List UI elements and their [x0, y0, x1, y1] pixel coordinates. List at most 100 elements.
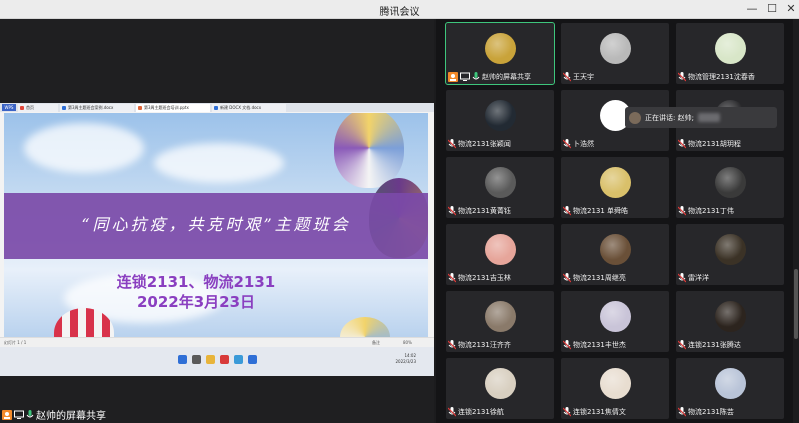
microphone-muted-icon	[563, 406, 571, 416]
screen-share-icon	[460, 72, 470, 81]
participant-label: 物流管理2131沈春香	[678, 71, 755, 82]
grid-scrollbar[interactable]	[793, 19, 799, 423]
participant-tile[interactable]: 物流2131丁伟	[676, 157, 784, 218]
participant-name: 物流2131吉玉林	[458, 273, 511, 282]
participant-label: 王天宇	[563, 71, 594, 82]
participant-name: 连锁2131徐航	[458, 407, 504, 416]
participant-tile[interactable]: 物流2131张颖闻	[446, 90, 554, 151]
participant-tile[interactable]: 连锁2131焦倩文	[561, 358, 669, 419]
participant-tile[interactable]: 物流2131 单舜皓	[561, 157, 669, 218]
folder-icon[interactable]	[206, 355, 215, 364]
slide-date: 2022年3月23日	[136, 293, 256, 311]
notes-toggle[interactable]: 备注	[372, 340, 380, 346]
tab-ppt-training[interactable]: 第3周主题班会培训.pptx	[136, 104, 210, 112]
speaking-indicator: 正在讲话: 赵帅;	[625, 107, 777, 128]
participant-name: 物流管理2131沈春香	[688, 72, 755, 81]
participant-name: 物流2131胡玥程	[688, 139, 741, 148]
participant-tile[interactable]: 连锁2131张腾达	[676, 291, 784, 352]
tab-doc-cases[interactable]: 第3周主题班会案例.docx	[60, 104, 134, 112]
participant-grid: 赵帅的屏幕共享 王天宇 物流管理2131沈春香物流2131张颖闻 卜浩然 物流2131胡…	[436, 19, 799, 423]
participant-label: 物流2131丰世杰	[563, 339, 626, 350]
user-icon	[448, 71, 458, 82]
taskbar-clock: 14:02 2022/3/23	[395, 353, 416, 365]
title-bar: 腾讯会议 — ☐ ✕	[0, 0, 799, 19]
participant-label: 连锁2131焦倩文	[563, 406, 626, 417]
wps-status-bar: 幻灯片 1 / 1 备注 80%	[0, 337, 434, 347]
screen-share-icon	[14, 410, 24, 419]
scrollbar-thumb[interactable]	[794, 269, 798, 339]
minimize-button[interactable]: —	[742, 1, 762, 17]
participant-name: 雷洋洋	[688, 273, 709, 282]
participant-label: 物流2131周继亮	[563, 272, 626, 283]
participant-label: 连锁2131徐航	[448, 406, 504, 417]
participant-avatar	[600, 167, 631, 198]
speaking-text: 正在讲话: 赵帅;	[645, 113, 694, 122]
tab-new-doc[interactable]: 新建 DOCX 文档.docx	[212, 104, 286, 112]
microphone-muted-icon	[563, 71, 571, 81]
participant-label: 物流2131丁伟	[678, 205, 734, 216]
maximize-button[interactable]: ☐	[762, 1, 782, 17]
participant-avatar	[485, 100, 516, 131]
microphone-muted-icon	[678, 272, 686, 282]
participant-name: 物流2131丁伟	[688, 206, 734, 215]
search-icon[interactable]	[192, 355, 201, 364]
tab-label: 第3周主题班会培训.pptx	[144, 105, 189, 110]
participant-tile[interactable]: 物流2131陈芸	[676, 358, 784, 419]
screen-share-owner: 赵帅的屏幕共享	[36, 411, 106, 422]
microphone-muted-icon	[563, 205, 571, 215]
hot-air-balloon	[340, 317, 390, 337]
presentation-slide: “同心抗疫，共克时艰”主题班会 连锁2131、物流2131 2022年3月23日	[4, 113, 428, 337]
microphone-icon	[472, 71, 480, 79]
participant-name: 连锁2131焦倩文	[573, 407, 626, 416]
participant-avatar	[715, 301, 746, 332]
participant-name: 物流2131陈芸	[688, 407, 734, 416]
participant-label: 雷洋洋	[678, 272, 709, 283]
microphone-muted-icon	[563, 272, 571, 282]
microphone-muted-icon	[678, 406, 686, 416]
participant-avatar	[485, 301, 516, 332]
participant-tile[interactable]: 雷洋洋	[676, 224, 784, 285]
zoom-level[interactable]: 80%	[403, 340, 412, 345]
participant-name: 连锁2131张腾达	[688, 340, 741, 349]
tencent-meeting-window: 腾讯会议 — ☐ ✕ WPS 首页 第3周主题班会案例.docx 第3周主题班会…	[0, 0, 799, 423]
participant-label: 物流2131黄菁钰	[448, 205, 511, 216]
participant-tile[interactable]: 物流2131丰世杰	[561, 291, 669, 352]
shared-screen-content[interactable]: WPS 首页 第3周主题班会案例.docx 第3周主题班会培训.pptx 新建 …	[0, 103, 434, 376]
wps-app-button[interactable]: WPS	[2, 104, 16, 111]
participant-tile[interactable]: 王天宇	[561, 23, 669, 84]
home-icon	[20, 106, 24, 110]
participant-tile[interactable]: 连锁2131徐航	[446, 358, 554, 419]
participant-avatar	[485, 234, 516, 265]
close-button[interactable]: ✕	[781, 1, 799, 17]
window-title: 腾讯会议	[379, 7, 420, 18]
participant-tile[interactable]: 物流2131周继亮	[561, 224, 669, 285]
wps-icon[interactable]	[220, 355, 229, 364]
meeting-icon[interactable]	[248, 355, 257, 364]
participant-name: 物流2131汪齐齐	[458, 340, 511, 349]
participant-label: 物流2131汪齐齐	[448, 339, 511, 350]
microphone-muted-icon	[448, 339, 456, 349]
slide-counter: 幻灯片 1 / 1	[4, 340, 27, 345]
participant-tile[interactable]: 物流管理2131沈春香	[676, 23, 784, 84]
participant-tile[interactable]: 赵帅的屏幕共享	[445, 22, 555, 85]
participant-label: 物流2131吉玉林	[448, 272, 511, 283]
participant-tile[interactable]: 物流2131吉玉林	[446, 224, 554, 285]
participant-label: 连锁2131张腾达	[678, 339, 741, 350]
participant-name: 卜浩然	[573, 139, 594, 148]
participant-name: 物流2131周继亮	[573, 273, 626, 282]
participant-avatar	[485, 368, 516, 399]
participant-avatar	[485, 167, 516, 198]
participant-tile[interactable]: 物流2131汪齐齐	[446, 291, 554, 352]
participant-avatar	[715, 234, 746, 265]
slide-class-names: 连锁2131、物流2131	[116, 273, 276, 291]
blurred-name	[697, 113, 720, 122]
participant-tile[interactable]: 物流2131黄菁钰	[446, 157, 554, 218]
user-icon	[2, 409, 12, 420]
tab-home[interactable]: 首页	[18, 104, 58, 112]
participant-avatar	[485, 33, 516, 64]
start-icon[interactable]	[178, 355, 187, 364]
participant-label: 物流2131 单舜皓	[563, 205, 628, 216]
participant-avatar	[715, 167, 746, 198]
edge-icon[interactable]	[234, 355, 243, 364]
participant-avatar	[600, 368, 631, 399]
